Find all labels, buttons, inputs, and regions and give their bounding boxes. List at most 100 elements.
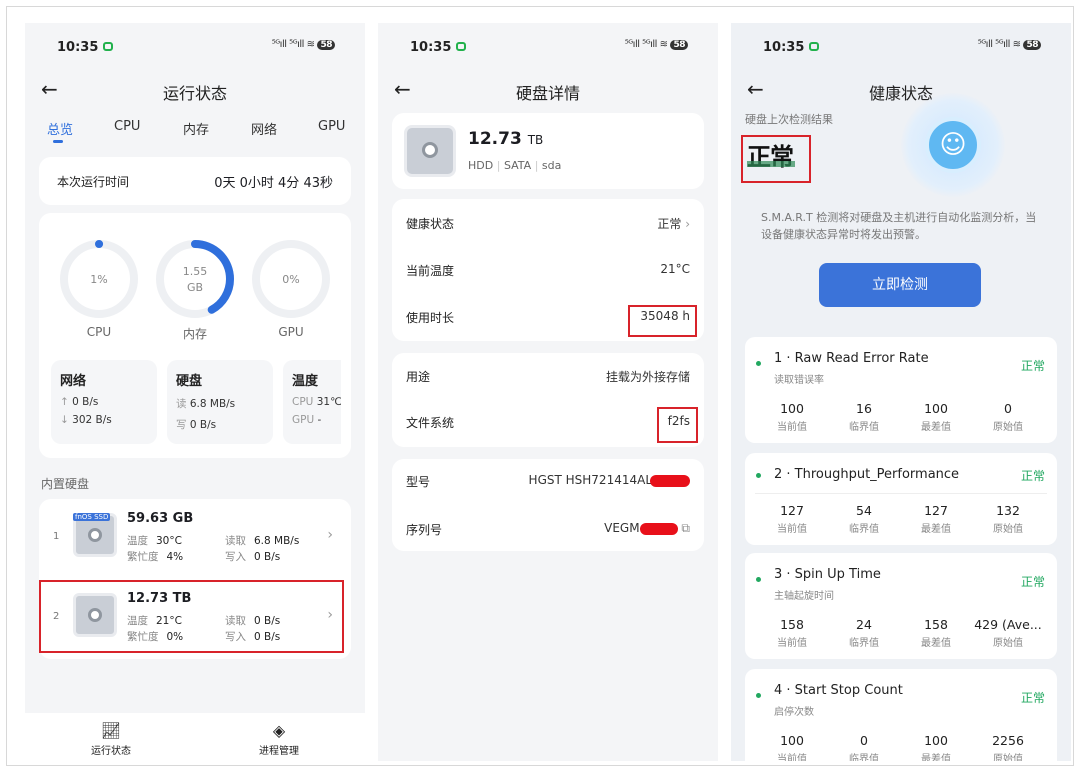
gpu-temp-label: GPU	[292, 414, 315, 426]
download-arrow-icon: ↓	[60, 414, 69, 426]
battery-icon: 58	[670, 40, 688, 50]
tab-network[interactable]: 网络	[251, 119, 277, 138]
raw-value: 2256	[992, 733, 1024, 748]
disk-temp: 30°C	[156, 535, 182, 547]
memory-ring-value: 1.55	[182, 265, 208, 278]
disk-read-label: 读	[176, 398, 187, 410]
layers-icon: ◈	[272, 721, 286, 740]
ssd-icon: fnOS SSD	[73, 513, 117, 557]
smiley-face-icon: ☺	[925, 117, 981, 173]
check-now-button[interactable]: 立即检测	[819, 263, 981, 307]
nav-running-status[interactable]: 📈︎ 运行状态	[71, 721, 151, 757]
disk-id-card: 型号 HGST HSH721414AL 序列号 VEGM ⧉	[392, 459, 704, 551]
smart-attr-4: 4 · Start Stop Count 启停次数 正常 100 当前值 0 临界值…	[745, 669, 1057, 761]
redaction-mark	[650, 474, 690, 487]
status-time: 10:35	[763, 40, 805, 55]
status-dot	[756, 693, 761, 698]
notification-icon	[809, 42, 819, 51]
current-value: 100	[780, 733, 804, 748]
highlight-box	[657, 407, 698, 443]
status-bar: 10:35 ⁵ᴳıll ⁵ᴳıll ≋ 58	[25, 37, 365, 59]
health-row[interactable]: 健康状态 正常 ›	[406, 215, 690, 235]
attr-subtitle: 主轴起旋时间	[774, 591, 834, 602]
cpu-temp-label: CPU	[292, 396, 314, 408]
tab-cpu[interactable]: CPU	[114, 119, 140, 134]
last-check-label: 硬盘上次检测结果	[745, 113, 833, 126]
attr-status: 正常	[1020, 691, 1045, 705]
disk-size: 12.73 TB	[468, 129, 544, 149]
disk-size: 59.63 GB	[127, 511, 194, 526]
disk-item-1[interactable]: 1 fnOS SSD 59.63 GB 温度 30°C 繁忙度 4% 读取 6.8 M…	[53, 503, 337, 571]
redaction-mark	[639, 522, 678, 535]
battery-icon: 58	[317, 40, 335, 50]
worst-value: 100	[924, 401, 948, 416]
network-mini-card[interactable]: 网络 ↑ 0 B/s ↓ 302 B/s	[51, 360, 157, 444]
disk-read-rate: 6.8 MB/s	[189, 398, 236, 410]
temperature-mini-card[interactable]: 温度 CPU 31℃ GPU -	[283, 360, 341, 444]
serial-value: VEGM	[604, 521, 640, 535]
fs-row: 文件系统 f2fs	[406, 414, 690, 430]
memory-ring-unit: GB	[186, 281, 204, 294]
tab-gpu[interactable]: GPU	[318, 119, 345, 134]
nav-label: 运行状态	[91, 746, 131, 757]
highlight-box	[741, 135, 811, 183]
gpu-temp-value: -	[317, 414, 322, 426]
memory-ring	[156, 240, 234, 318]
notification-icon	[103, 42, 113, 51]
tab-indicator	[53, 140, 63, 143]
disk-write-rate: 0 B/s	[189, 419, 217, 431]
highlight-box	[628, 305, 697, 337]
uptime-card: 本次运行时间 0天 0小时 4分 43秒	[39, 157, 351, 205]
attr-name: 4 · Start Stop Count	[774, 683, 903, 698]
disk-index: 1	[53, 531, 60, 542]
disk-write-label: 写	[176, 419, 187, 431]
running-status-screen: 10:35 ⁵ᴳıll ⁵ᴳıll ≋ 58 ← 运行状态 总览 CPU 内存 网…	[25, 23, 365, 761]
disk-detail-screen: 10:35 ⁵ᴳıll ⁵ᴳıll ≋ 58 ← 硬盘详情 12.73 TB HD…	[378, 23, 718, 761]
use-value: 挂载为外接存储	[605, 370, 690, 384]
signal-icon: ⁵ᴳıll ⁵ᴳıll ≋ 58	[272, 39, 335, 50]
attr-name: 1 · Raw Read Error Rate	[774, 351, 929, 366]
battery-icon: 58	[1023, 40, 1041, 50]
cpu-ring-value: 1%	[90, 273, 108, 286]
nav-label: 进程管理	[259, 746, 299, 757]
gpu-ring-label: GPU	[278, 325, 304, 339]
attr-subtitle: 读取错误率	[774, 375, 824, 386]
tab-memory[interactable]: 内存	[183, 119, 209, 138]
status-time: 10:35	[410, 40, 452, 55]
uptime-value: 0天 0小时 4分 43秒	[214, 176, 333, 191]
status-bar: 10:35 ⁵ᴳıll ⁵ᴳıll ≋ 58	[378, 37, 718, 59]
health-glow: ☺	[901, 93, 1005, 197]
cpu-ring-label: CPU	[86, 325, 112, 339]
current-value: 127	[780, 503, 804, 518]
status-time: 10:35	[57, 40, 99, 55]
threshold-value: 16	[856, 401, 872, 416]
serial-row[interactable]: 序列号 VEGM ⧉	[406, 521, 690, 541]
uptime-label: 本次运行时间	[57, 175, 130, 189]
health-status-screen: 10:35 ⁵ᴳıll ⁵ᴳıll ≋ 58 ← 健康状态 ☺ 硬盘上次检测结果 …	[731, 23, 1071, 761]
attr-status: 正常	[1020, 575, 1045, 589]
use-row: 用途 挂载为外接存储	[406, 370, 690, 384]
temperature-mini-title: 温度	[292, 374, 319, 389]
disk-mini-title: 硬盘	[176, 374, 203, 389]
hdd-icon	[404, 125, 456, 177]
page-title: 硬盘详情	[515, 84, 580, 103]
disk-mini-card[interactable]: 硬盘 读 6.8 MB/s 写 0 B/s	[167, 360, 273, 444]
copy-icon[interactable]: ⧉	[681, 521, 690, 535]
network-mini-title: 网络	[60, 374, 87, 389]
gpu-ring-value: 0%	[282, 273, 300, 286]
attr-subtitle: 启停次数	[774, 707, 814, 718]
attr-name: 3 · Spin Up Time	[774, 567, 881, 582]
threshold-value: 0	[860, 733, 868, 748]
worst-value: 100	[924, 733, 948, 748]
worst-value: 127	[924, 503, 948, 518]
status-bar: 10:35 ⁵ᴳıll ⁵ᴳıll ≋ 58	[731, 37, 1071, 59]
notification-icon	[456, 42, 466, 51]
temp-row: 当前温度 21°C	[406, 262, 690, 278]
memory-ring-label: 内存	[182, 327, 207, 341]
attr-status: 正常	[1020, 359, 1045, 373]
smart-attr-2: 2 · Throughput_Performance 正常 127 当前值 54 临…	[745, 453, 1057, 545]
tab-overview[interactable]: 总览	[47, 119, 73, 138]
disk-read: 6.8 MB/s	[254, 535, 300, 547]
disk-busy: 4%	[166, 551, 184, 563]
nav-process-management[interactable]: ◈ 进程管理	[239, 721, 319, 757]
